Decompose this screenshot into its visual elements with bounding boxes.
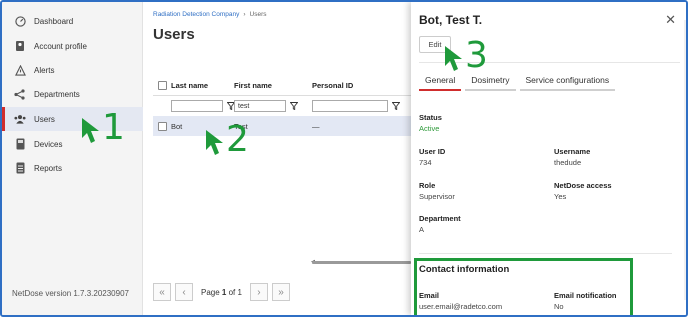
alert-icon <box>14 64 26 76</box>
step-1-number: 1 <box>102 107 125 148</box>
role-field: Role Supervisor <box>419 181 455 201</box>
sidebar-item-reports[interactable]: Reports <box>2 156 143 180</box>
device-icon <box>14 138 26 150</box>
app-window: Dashboard Account profile Alerts Departm… <box>0 0 688 317</box>
role-label: Role <box>419 181 436 190</box>
step-3-annotation: 3 <box>443 38 488 74</box>
contact-section-title: Contact information <box>419 264 510 275</box>
column-header-first-name[interactable]: First name <box>234 81 312 90</box>
sidebar-item-account-profile[interactable]: Account profile <box>2 34 143 58</box>
step-2-annotation: 2 <box>204 122 249 158</box>
users-icon <box>14 113 26 125</box>
user-id-field: User ID 734 <box>419 147 445 167</box>
last-page-button[interactable]: » <box>271 283 290 301</box>
users-table: Last name First name Personal ID test Bo… <box>153 76 411 136</box>
horizontal-scrollbar[interactable] <box>312 261 411 264</box>
user-id-value: 734 <box>419 158 432 167</box>
close-icon[interactable]: ✕ <box>665 12 676 28</box>
role-value: Supervisor <box>419 192 455 201</box>
account-icon <box>14 40 26 52</box>
filter-icon[interactable] <box>290 101 299 111</box>
sidebar-item-label: Alerts <box>34 65 55 75</box>
email-notification-label: Email notification <box>554 291 617 300</box>
email-notification-value: No <box>554 302 564 311</box>
departments-icon <box>14 88 26 100</box>
step-2-number: 2 <box>226 119 249 160</box>
sidebar: Dashboard Account profile Alerts Departm… <box>2 2 143 315</box>
step-1-annotation: 1 <box>80 110 125 146</box>
step-3-number: 3 <box>465 35 488 76</box>
panel-scrollbar[interactable] <box>684 20 686 300</box>
email-value: user.email@radetco.com <box>419 302 503 311</box>
sidebar-item-departments[interactable]: Departments <box>2 82 143 106</box>
sidebar-item-label: Users <box>34 114 55 124</box>
breadcrumb-separator: › <box>243 11 246 18</box>
page-indicator: Page 1 of 1 <box>201 287 242 297</box>
next-page-button[interactable]: › <box>249 283 268 301</box>
table-row[interactable]: Bot Test — <box>153 116 411 136</box>
sidebar-item-alerts[interactable]: Alerts <box>2 58 143 82</box>
username-field: Username thedude <box>554 147 590 167</box>
email-field: Email user.email@radetco.com <box>419 291 502 311</box>
main-content: Radiation Detection Company › Users User… <box>143 2 411 315</box>
sidebar-item-label: Reports <box>34 163 63 173</box>
reports-icon <box>14 162 26 174</box>
netdose-access-label: NetDose access <box>554 181 612 190</box>
username-label: Username <box>554 147 591 156</box>
panel-tabs: General Dosimetry Service configurations <box>419 72 616 91</box>
filter-icon[interactable] <box>392 101 401 111</box>
cursor-arrow-icon <box>445 46 462 71</box>
breadcrumb-root-link[interactable]: Radiation Detection Company <box>153 11 239 18</box>
cursor-arrow-icon <box>82 118 99 143</box>
user-id-label: User ID <box>419 147 446 156</box>
sidebar-item-label: Devices <box>34 139 63 149</box>
version-label: NetDose version 1.7.3.20230907 <box>12 289 129 298</box>
department-value: A <box>419 225 425 234</box>
table-filter-row <box>153 96 411 116</box>
row-checkbox[interactable] <box>157 121 167 131</box>
previous-page-button[interactable]: ‹ <box>175 283 193 301</box>
department-label: Department <box>419 214 461 223</box>
sidebar-item-label: Account profile <box>34 41 87 51</box>
tab-general[interactable]: General <box>419 72 462 91</box>
status-value: Active <box>419 124 440 133</box>
divider <box>419 253 672 254</box>
status-label: Status <box>419 113 442 122</box>
pagination: « ‹ Page 1 of 1 › » <box>153 283 290 301</box>
column-header-personal-id[interactable]: Personal ID <box>312 81 411 90</box>
cursor-arrow-icon <box>206 130 223 155</box>
tab-service-configurations[interactable]: Service configurations <box>519 72 616 91</box>
page-title: Users <box>153 26 195 43</box>
dashboard-icon <box>14 15 26 27</box>
breadcrumb: Radiation Detection Company › Users <box>153 11 267 18</box>
netdose-access-value: Yes <box>554 192 567 201</box>
personal-id-filter-input[interactable] <box>312 100 388 112</box>
email-label: Email <box>419 291 440 300</box>
sidebar-item-label: Dashboard <box>34 16 74 26</box>
panel-title: Bot, Test T. <box>419 13 483 27</box>
column-header-last-name[interactable]: Last name <box>171 81 234 90</box>
first-name-filter-input[interactable] <box>234 100 286 112</box>
table-header-row: Last name First name Personal ID <box>153 76 411 96</box>
cell-personal-id: — <box>312 121 320 131</box>
username-value: thedude <box>554 158 582 167</box>
sidebar-item-dashboard[interactable]: Dashboard <box>2 9 143 33</box>
netdose-access-field: NetDose access Yes <box>554 181 612 201</box>
status-field: Status Active <box>419 113 442 133</box>
last-name-filter-input[interactable] <box>171 100 223 112</box>
department-field: Department A <box>419 214 461 234</box>
first-page-button[interactable]: « <box>153 283 171 301</box>
select-all-checkbox[interactable] <box>157 81 167 90</box>
sidebar-item-label: Departments <box>34 89 80 99</box>
breadcrumb-current: Users <box>249 11 267 18</box>
email-notification-field: Email notification No <box>554 291 617 311</box>
